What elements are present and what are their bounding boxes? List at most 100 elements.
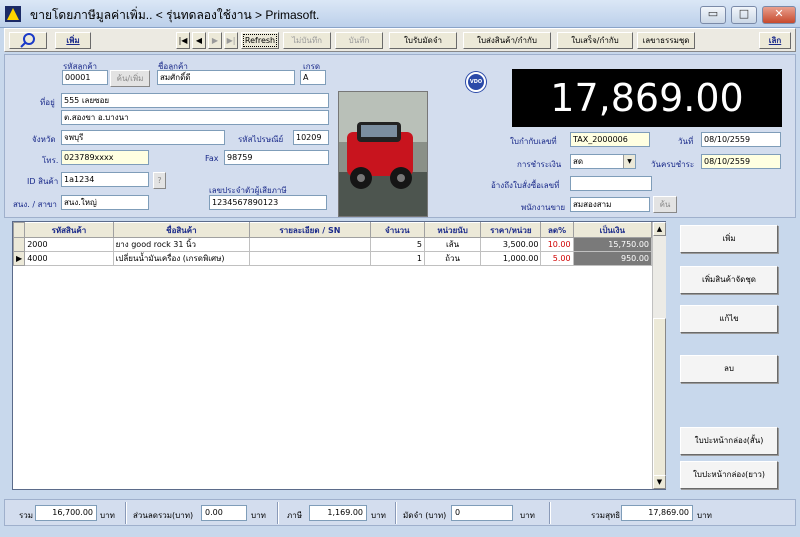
due-date-label: วันครบชำระ	[651, 160, 695, 169]
scroll-thumb[interactable]	[653, 318, 666, 476]
tax-invoice-no-field[interactable]: TAX_2000006	[570, 132, 650, 147]
cell-price[interactable]: 1,000.00	[480, 251, 542, 266]
cell-discount[interactable]: 5.00	[540, 251, 574, 266]
separator	[549, 502, 551, 524]
phone-field[interactable]: 023789xxxx	[61, 150, 149, 165]
product-id-field[interactable]: 1a1234	[61, 172, 149, 187]
province-label: จังหวัด	[32, 135, 56, 144]
receipt-button[interactable]: ใบเสร็จ/กำกับ	[557, 32, 633, 49]
cell-code[interactable]: 2000	[24, 237, 114, 252]
col-header-price[interactable]: ราคา/หน่วย	[480, 222, 542, 238]
minimize-button[interactable]: ▭	[700, 6, 726, 24]
deposit-label: มัดจำ (บาท)	[403, 511, 447, 520]
refresh-button[interactable]: Refresh	[241, 32, 279, 49]
vdo-logo: VDO	[466, 72, 486, 92]
title-bar: ขายโดยภาษีมูลค่าเพิ่ม.. < รุ่นทดลองใช้งา…	[0, 0, 800, 28]
scroll-down-button[interactable]: ▼	[653, 475, 666, 489]
add-item-button[interactable]: เพิ่ม	[680, 225, 778, 253]
grid-corner	[12, 222, 26, 238]
grade-field[interactable]: A	[300, 70, 326, 85]
customer-search-button[interactable]: ค้น/เพิ่ม	[110, 70, 150, 87]
search-button[interactable]	[9, 32, 47, 49]
exit-button[interactable]: เลิก	[759, 32, 791, 49]
edit-item-button[interactable]: แก้ไข	[680, 305, 778, 333]
salesman-search-button[interactable]: ค้น	[653, 196, 677, 213]
product-id-help-button[interactable]: ?	[153, 172, 166, 189]
discount-label: ส่วนลดรวม(บาท)	[133, 511, 194, 520]
first-record-button[interactable]: |◀	[176, 32, 190, 49]
next-record-button[interactable]: ▶	[208, 32, 222, 49]
cell-qty[interactable]: 1	[369, 251, 425, 266]
cell-detail[interactable]	[249, 237, 371, 252]
separator	[125, 502, 127, 524]
add-set-button[interactable]: เพิ่มสินค้าจัดชุด	[680, 266, 778, 294]
print-label-short-button[interactable]: ใบปะหน้ากล่อง(สั้น)	[680, 427, 778, 455]
chevron-down-icon[interactable]: ▼	[623, 155, 635, 168]
cell-detail[interactable]	[249, 251, 371, 266]
product-photo	[338, 91, 428, 217]
col-header-code[interactable]: รหัสสินค้า	[24, 222, 114, 238]
col-header-unit[interactable]: หน่วยนับ	[423, 222, 482, 238]
cell-name[interactable]: เปลี่ยนน้ำมันเครื่อง (เกรดพิเศษ)	[112, 251, 251, 266]
col-header-qty[interactable]: จำนวน	[369, 222, 425, 238]
scroll-up-button[interactable]: ▲	[653, 222, 666, 236]
postcode-field[interactable]: 10209	[293, 130, 329, 145]
col-header-name[interactable]: ชื่อสินค้า	[112, 222, 251, 238]
total-field: 16,700.00	[35, 505, 97, 521]
set-number-button[interactable]: เลขาธรรมชุด	[637, 32, 695, 49]
customer-code-field[interactable]: 00001	[62, 70, 108, 85]
fax-field[interactable]: 98759	[224, 150, 329, 165]
row-selector[interactable]	[12, 237, 26, 252]
customer-name-field[interactable]: สมศักดิ์ดี	[157, 70, 295, 85]
deposit-field[interactable]: 0	[451, 505, 513, 521]
logo-text: VDO	[469, 79, 483, 85]
unsave-button[interactable]: ไม่บันทึก	[283, 32, 331, 49]
search-icon	[20, 33, 35, 48]
due-date-field[interactable]: 08/10/2559	[701, 154, 781, 169]
cell-code[interactable]: 4000	[24, 251, 114, 266]
address-line1-field[interactable]: 555 เลยซอย	[61, 93, 329, 108]
col-header-discount[interactable]: ลด%	[540, 222, 574, 238]
prev-record-button[interactable]: ◀	[192, 32, 206, 49]
invoice-header-panel: รหัสลูกค้า 00001 ค้น/เพิ่ม ชื่อลูกค้า สม…	[4, 54, 796, 218]
province-field[interactable]: จพบุรี	[61, 130, 225, 145]
postcode-label: รหัสไปรษณีย์	[238, 135, 284, 144]
app-icon	[5, 6, 21, 22]
save-button[interactable]: บันทึก	[335, 32, 383, 49]
cell-name[interactable]: ยาง good rock 31 นิ้ว	[112, 237, 251, 252]
cell-unit[interactable]: ถ้วน	[423, 251, 482, 266]
net-total-unit: บาท	[697, 511, 712, 520]
address-line2-field[interactable]: ต.สองขา อ.บางนา	[61, 110, 329, 125]
salesman-field[interactable]: สมสองสาม	[570, 197, 650, 212]
current-row-marker[interactable]: ▶	[12, 251, 26, 266]
cell-amount: 950.00	[572, 251, 653, 266]
grand-total-display: 17,869.00	[512, 69, 782, 127]
cell-qty[interactable]: 5	[369, 237, 425, 252]
table-row[interactable]: ▶ 4000 เปลี่ยนน้ำมันเครื่อง (เกรดพิเศษ) …	[12, 251, 653, 266]
vertical-scrollbar[interactable]: ▲ ▼	[652, 222, 666, 489]
cell-unit[interactable]: เส้น	[423, 237, 482, 252]
payment-select[interactable]: สด ▼	[570, 154, 636, 169]
cell-discount[interactable]: 10.00	[540, 237, 574, 252]
delivery-note-button[interactable]: ใบส่งสินค้า/กำกับ	[463, 32, 551, 49]
col-header-detail[interactable]: รายละเอียด / SN	[249, 222, 371, 238]
col-header-amount[interactable]: เป็นเงิน	[572, 222, 653, 238]
maximize-button[interactable]: □	[731, 6, 757, 24]
po-ref-field[interactable]	[570, 176, 652, 191]
deposit-receipt-button[interactable]: ใบรับมัดจำ	[389, 32, 457, 49]
date-label: วันที่	[678, 137, 694, 146]
print-label-long-button[interactable]: ใบปะหน้ากล่อง(ยาว)	[680, 461, 778, 489]
tax-id-field[interactable]: 1234567890123	[209, 195, 327, 210]
table-row[interactable]: 2000 ยาง good rock 31 นิ้ว 5 เส้น 3,500.…	[12, 237, 653, 252]
window-title: ขายโดยภาษีมูลค่าเพิ่ม.. < รุ่นทดลองใช้งา…	[30, 8, 320, 22]
separator	[277, 502, 279, 524]
cell-price[interactable]: 3,500.00	[480, 237, 542, 252]
branch-field[interactable]: สนง.ใหญ่	[61, 195, 149, 210]
discount-field[interactable]: 0.00	[201, 505, 247, 521]
last-record-button[interactable]: ▶|	[224, 32, 238, 49]
add-button[interactable]: เพิ่ม	[55, 32, 91, 49]
delete-item-button[interactable]: ลบ	[680, 355, 778, 383]
date-field[interactable]: 08/10/2559	[701, 132, 781, 147]
salesman-label: พนักงานขาย	[521, 203, 566, 212]
close-button[interactable]: ✕	[762, 6, 796, 24]
